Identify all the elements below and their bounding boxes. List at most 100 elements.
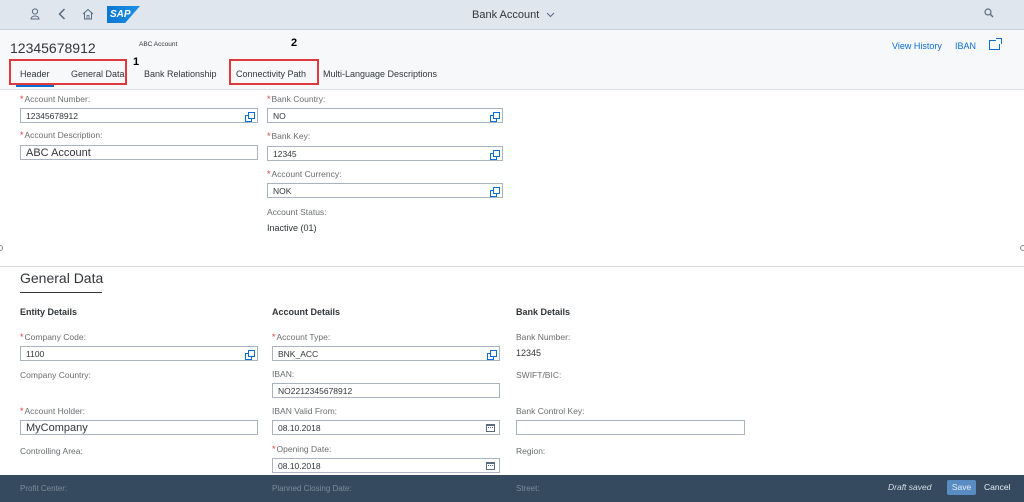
app-title[interactable]: Bank Account [472,9,555,21]
search-icon[interactable] [984,8,994,21]
account-currency-label-text: Account Currency: [271,169,342,179]
iban-valid-from-value: 08.10.2018 [278,423,321,433]
iban-label: IBAN: [272,369,295,379]
company-code-input[interactable]: 1100 [20,346,258,361]
bank-number-label: Bank Number: [516,332,571,342]
bank-key-label-text: Bank Key: [271,131,311,141]
account-currency-value: NOK [273,186,292,196]
home-icon[interactable] [82,8,94,23]
app-title-text: Bank Account [472,9,540,21]
obscured-planned-closing-date-label: Planned Closing Date: [272,484,352,493]
tab-bank-relationship[interactable]: Bank Relationship [144,69,217,79]
user-icon[interactable] [30,8,40,23]
value-help-icon[interactable] [487,350,497,360]
bank-country-input[interactable]: NO [267,108,503,123]
required-marker: * [20,406,24,416]
general-data-underline [20,292,102,293]
iban-input[interactable]: NO2212345678912 [272,383,500,398]
value-help-icon[interactable] [245,350,255,360]
company-country-label: Company Country: [20,370,91,380]
company-code-label: *Company Code: [20,332,86,342]
object-subtitle: ABC Account [139,41,178,48]
open-in-new-window-icon[interactable] [989,38,1002,50]
region-label: Region: [516,446,546,456]
account-description-label-text: Account Description: [24,130,103,140]
account-description-label: *Account Description: [20,130,102,140]
required-marker: * [267,131,271,141]
section-divider [0,266,1024,267]
account-type-label: *Account Type: [272,332,330,342]
tab-multi-language-descriptions[interactable]: Multi-Language Descriptions [323,69,437,79]
required-marker: * [20,94,24,104]
account-number-label: *Account Number: [20,94,90,104]
bank-country-label: *Bank Country: [267,94,325,104]
account-description-value: ABC Account [26,147,91,159]
opening-date-value: 08.10.2018 [278,461,321,471]
iban-valid-from-input[interactable]: 08.10.2018 [272,420,500,435]
view-history-link[interactable]: View History [892,41,942,51]
general-data-title: General Data [20,270,104,286]
controlling-area-label: Controlling Area: [20,446,83,456]
account-number-value: 12345678912 [26,111,79,121]
account-type-value: BNK_ACC [278,349,319,359]
obscured-profit-center-label: Profit Center: [20,484,68,493]
bank-control-key-label: Bank Control Key: [516,406,585,416]
callout-box-2 [229,59,319,85]
value-help-icon[interactable] [490,187,500,197]
account-holder-input[interactable]: MyCompany [20,420,258,435]
account-currency-label: *Account Currency: [267,169,341,179]
account-type-input[interactable]: BNK_ACC [272,346,500,361]
callout-number-2: 2 [291,37,298,49]
account-status-value: Inactive (01) [267,223,317,233]
iban-value: NO2212345678912 [278,386,353,396]
footer-toolbar: Profit Center: Planned Closing Date: Str… [0,475,1024,502]
bank-number-value: 12345 [516,348,542,358]
shell-bar: SAP Bank Account [0,0,1024,30]
bank-country-value: NO [273,111,286,121]
chevron-down-icon [543,10,555,20]
swift-bic-label: SWIFT/BIC: [516,370,562,380]
iban-link[interactable]: IBAN [955,41,976,51]
account-status-label: Account Status: [267,207,327,217]
callout-box-1 [9,59,127,85]
bank-control-key-input[interactable] [516,420,745,435]
opening-date-label: *Opening Date: [272,444,331,454]
object-title: 12345678912 [10,40,96,56]
draft-status: Draft saved [888,482,932,492]
callout-number-1: 1 [133,56,140,68]
value-help-icon[interactable] [245,112,255,122]
back-icon[interactable] [58,8,66,23]
resize-handle-left[interactable] [0,245,3,251]
account-description-input[interactable]: ABC Account [20,145,258,160]
value-help-icon[interactable] [490,112,500,122]
value-help-icon[interactable] [490,150,500,160]
iban-valid-from-label: IBAN Valid From: [272,406,338,416]
resize-handle-right[interactable] [1020,245,1024,251]
bank-country-label-text: Bank Country: [271,94,326,104]
account-details-heading: Account Details [272,307,341,317]
company-code-value: 1100 [26,349,45,359]
opening-date-input[interactable]: 08.10.2018 [272,458,500,473]
bank-key-label: *Bank Key: [267,131,310,141]
bank-key-input[interactable]: 12345 [267,146,503,161]
save-button[interactable]: Save [947,480,976,495]
calendar-icon[interactable] [486,424,495,432]
opening-date-label-text: Opening Date: [276,444,332,454]
bank-key-value: 12345 [273,149,297,159]
required-marker: * [20,332,24,342]
account-holder-label: *Account Holder: [20,406,85,416]
account-number-label-text: Account Number: [24,94,91,104]
required-marker: * [267,169,271,179]
required-marker: * [272,444,276,454]
account-number-input[interactable]: 12345678912 [20,108,258,123]
account-type-label-text: Account Type: [276,332,331,342]
obscured-street-label: Street: [516,484,540,493]
account-currency-input[interactable]: NOK [267,183,503,198]
calendar-icon[interactable] [486,462,495,470]
entity-details-heading: Entity Details [20,307,78,317]
sap-logo[interactable]: SAP [107,6,140,23]
account-holder-value: MyCompany [26,422,88,434]
account-holder-label-text: Account Holder: [24,406,85,416]
cancel-button[interactable]: Cancel [984,482,1010,492]
company-code-label-text: Company Code: [24,332,86,342]
